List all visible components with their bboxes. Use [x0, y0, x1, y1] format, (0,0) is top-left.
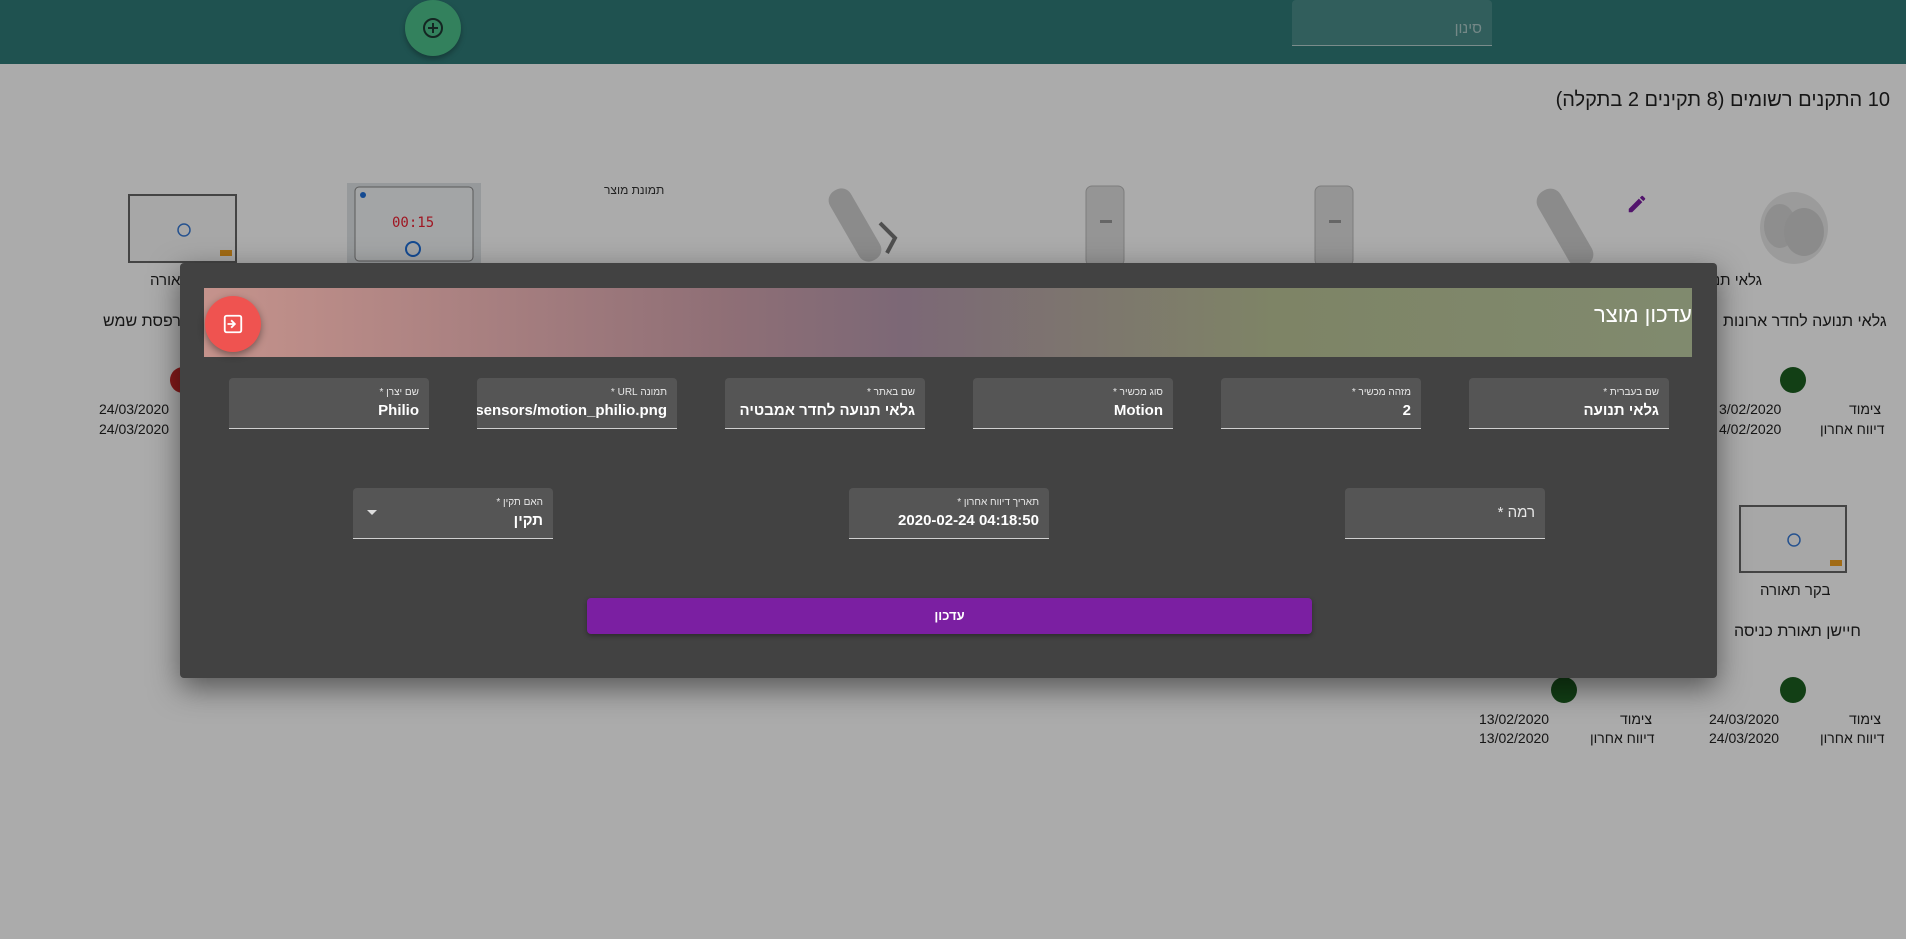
site-name-field[interactable]: שם באתר * גלאי תנועה לחדר אמבטיה	[725, 378, 925, 429]
field-label: תאריך דיווח אחרון *	[957, 497, 1039, 508]
field-label: שם בעברית *	[1603, 387, 1659, 398]
field-label: שם יצרן *	[379, 387, 419, 398]
field-value: 2020-02-24 04:18:50	[898, 512, 1039, 529]
field-value: Philio	[378, 402, 419, 419]
hebrew-name-field[interactable]: שם בעברית * גלאי תנועה	[1469, 378, 1669, 429]
update-product-dialog: עדכון מוצר שם בעברית * גלאי תנועה מזהה מ…	[180, 263, 1717, 678]
image-url-field[interactable]: תמונה URL * s/sensors/motion_philio.png	[477, 378, 677, 429]
field-label: שם באתר *	[866, 387, 915, 398]
device-type-field[interactable]: סוג מכשיר * Motion	[973, 378, 1173, 429]
field-label: סוג מכשיר *	[1113, 387, 1163, 398]
exit-icon	[223, 314, 243, 334]
field-value: Motion	[1113, 402, 1163, 419]
dialog-title: עדכון מוצר	[1593, 302, 1692, 327]
update-button[interactable]: עדכון	[587, 598, 1312, 634]
field-placeholder: רמה *	[1497, 504, 1535, 521]
field-value: גלאי תנועה לחדר אמבטיה	[739, 402, 915, 419]
device-id-field[interactable]: מזהה מכשיר * 2	[1221, 378, 1421, 429]
manufacturer-field[interactable]: שם יצרן * Philio	[229, 378, 429, 429]
field-value: 2	[1402, 402, 1411, 419]
dialog-header: עדכון מוצר	[204, 288, 1692, 357]
field-label: מזהה מכשיר *	[1351, 387, 1411, 398]
last-report-date-field[interactable]: תאריך דיווח אחרון * 2020-02-24 04:18:50	[849, 488, 1049, 539]
field-label: האם תקין *	[496, 497, 543, 508]
level-field[interactable]: רמה *	[1345, 488, 1545, 539]
field-value: תקין	[513, 512, 543, 529]
close-dialog-button[interactable]	[205, 296, 261, 352]
field-value: גלאי תנועה	[1583, 402, 1659, 419]
field-value: s/sensors/motion_philio.png	[477, 402, 667, 419]
field-label: תמונה URL *	[610, 387, 667, 398]
is-valid-select[interactable]: האם תקין * תקין	[353, 488, 553, 539]
chevron-down-icon[interactable]	[367, 510, 377, 515]
